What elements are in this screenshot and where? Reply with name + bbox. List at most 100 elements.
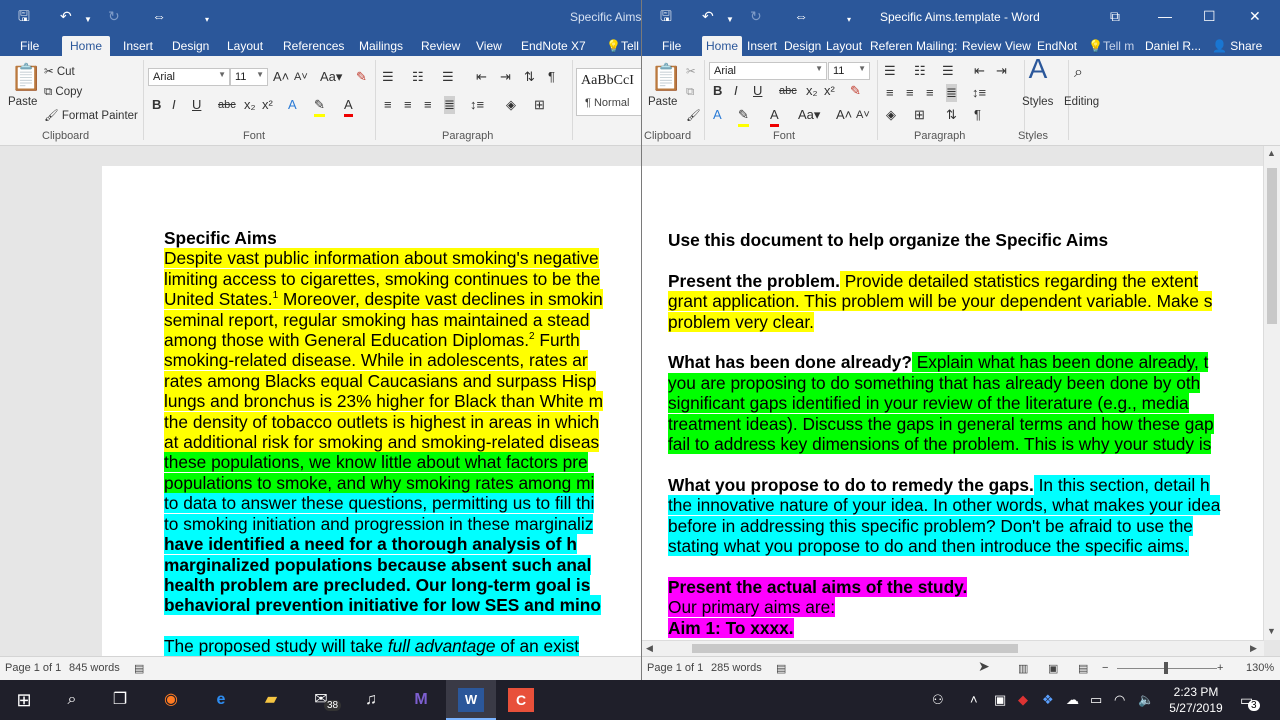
sort-icon[interactable]: ⇅	[524, 68, 535, 86]
proofing-icon[interactable]: ▤	[776, 662, 786, 675]
search-icon[interactable]: ⌕	[59, 688, 85, 712]
multilevel-list-icon[interactable]: ☰	[442, 68, 454, 86]
tab-home[interactable]: Home	[702, 36, 743, 56]
ribbon-display-options-icon[interactable]: ⧉	[1110, 6, 1120, 26]
underline-icon[interactable]: U	[753, 82, 762, 100]
tab-tell-me[interactable]: 💡Tell	[602, 36, 641, 56]
tab-layout[interactable]: Layout	[822, 36, 866, 56]
copy-icon[interactable]: ⧉	[686, 86, 694, 99]
chevron-up-icon[interactable]: ˄	[970, 692, 978, 708]
scroll-left-icon[interactable]: ◀	[646, 643, 653, 654]
document-text[interactable]: Use this document to help organize the S…	[668, 230, 1221, 638]
share-button[interactable]: 👤 Share	[1208, 36, 1266, 56]
clear-formatting-icon[interactable]: ✎	[356, 68, 367, 86]
tab-references[interactable]: Referen	[866, 36, 917, 56]
tab-file[interactable]: File	[16, 36, 43, 56]
zoom-slider-thumb[interactable]	[1164, 662, 1168, 674]
text-effects-icon[interactable]: A	[713, 106, 722, 124]
shrink-font-icon[interactable]: A˅	[294, 68, 308, 86]
file-explorer-icon[interactable]: ▰	[258, 688, 284, 712]
print-layout-icon[interactable]: ▣	[1048, 662, 1058, 675]
pilcrow-icon[interactable]: ¶	[548, 68, 555, 86]
paste-icon[interactable]: 📋	[10, 62, 42, 93]
styles-button[interactable]: Styles	[1022, 96, 1053, 108]
text-effects-icon[interactable]: A	[288, 96, 297, 114]
touch-mode-icon[interactable]: ⇔	[794, 6, 808, 26]
dropbox-icon[interactable]: ❖	[1042, 692, 1054, 708]
highlight-icon[interactable]: ✎	[738, 106, 749, 127]
user-account[interactable]: Daniel R...	[1141, 36, 1205, 56]
scroll-up-icon[interactable]: ▲	[1267, 148, 1276, 158]
font-size-combo[interactable]: 11 ▼	[828, 62, 870, 80]
zoom-level[interactable]: 130%	[1246, 662, 1274, 674]
page-count[interactable]: Page 1 of 1	[647, 662, 703, 674]
bold-icon[interactable]: B	[713, 82, 722, 100]
line-spacing-icon[interactable]: ↕≡	[470, 96, 484, 114]
horizontal-scrollbar[interactable]: ◀ ▶	[642, 640, 1264, 656]
tab-endnote[interactable]: EndNote X7	[517, 36, 590, 56]
increase-indent-icon[interactable]: ⇥	[500, 68, 511, 86]
editing-button[interactable]: Editing	[1064, 96, 1099, 108]
magnifier-icon[interactable]: ⌕	[1074, 64, 1083, 82]
line-spacing-icon[interactable]: ↕≡	[972, 84, 986, 102]
redo-icon[interactable]: ↻	[108, 6, 120, 26]
justify-icon[interactable]: ≣	[444, 96, 455, 114]
justify-icon[interactable]: ≣	[946, 84, 957, 102]
undo-icon[interactable]: ↶	[60, 6, 72, 26]
proofing-icon[interactable]: ▤	[134, 662, 144, 675]
tab-tell-me[interactable]: 💡Tell m	[1084, 36, 1138, 56]
tab-insert[interactable]: Insert	[743, 36, 781, 56]
tab-home[interactable]: Home	[62, 36, 111, 56]
battery-icon[interactable]: ▭	[1090, 692, 1102, 708]
scroll-thumb[interactable]	[692, 644, 1018, 653]
tab-design[interactable]: Design	[168, 36, 213, 56]
align-right-icon[interactable]: ≡	[424, 96, 432, 114]
numbering-icon[interactable]: ☷	[412, 68, 424, 86]
close-icon[interactable]: ✕	[1249, 6, 1261, 26]
align-center-icon[interactable]: ≡	[404, 96, 412, 114]
tab-review[interactable]: Review	[417, 36, 464, 56]
subscript-icon[interactable]: x₂	[244, 96, 256, 114]
superscript-icon[interactable]: x²	[824, 82, 835, 100]
scissors-icon[interactable]: ✂	[686, 64, 696, 78]
tab-references[interactable]: References	[279, 36, 348, 56]
volume-icon[interactable]: 🔈	[1138, 692, 1154, 708]
redo-icon[interactable]: ↻	[750, 6, 762, 26]
tab-design[interactable]: Design	[780, 36, 825, 56]
align-right-icon[interactable]: ≡	[926, 84, 934, 102]
borders-icon[interactable]: ⊞	[534, 96, 545, 114]
clock[interactable]: 2:23 PM 5/27/2019	[1166, 684, 1226, 716]
paste-button[interactable]: Paste	[648, 96, 677, 108]
underline-icon[interactable]: U	[192, 96, 201, 114]
font-name-combo[interactable]: Arial ▼	[148, 68, 230, 86]
borders-icon[interactable]: ⊞	[914, 106, 925, 124]
camtasia-icon[interactable]: C	[508, 688, 534, 712]
undo-dropdown-icon[interactable]: ▼	[726, 10, 734, 30]
italic-icon[interactable]: I	[172, 96, 176, 114]
scroll-down-icon[interactable]: ▼	[1267, 626, 1276, 636]
strikethrough-icon[interactable]: abc	[779, 82, 797, 100]
document-text[interactable]: Specific Aims Despite vast public inform…	[164, 228, 603, 656]
format-painter-button[interactable]: 🖌 Format Painter	[44, 108, 138, 122]
decrease-indent-icon[interactable]: ⇤	[476, 68, 487, 86]
decrease-indent-icon[interactable]: ⇤	[974, 62, 985, 80]
zoom-out-icon[interactable]: −	[1102, 662, 1108, 674]
undo-icon[interactable]: ↶	[702, 6, 714, 26]
sort-icon[interactable]: ⇅	[946, 106, 957, 124]
shading-icon[interactable]: ◈	[506, 96, 516, 114]
copy-button[interactable]: ⧉ Copy	[44, 86, 82, 99]
increase-indent-icon[interactable]: ⇥	[996, 62, 1007, 80]
italic-icon[interactable]: I	[734, 82, 738, 100]
vertical-scrollbar[interactable]: ▲ ▼	[1263, 146, 1280, 640]
scroll-thumb[interactable]	[1267, 168, 1277, 324]
font-size-combo[interactable]: 11 ▼	[230, 68, 268, 86]
itunes-icon[interactable]: ♫	[358, 688, 384, 712]
page-count[interactable]: Page 1 of 1	[5, 662, 61, 674]
highlight-icon[interactable]: ✎	[314, 96, 325, 117]
multilevel-list-icon[interactable]: ☰	[942, 62, 954, 80]
subscript-icon[interactable]: x₂	[806, 82, 818, 100]
font-color-icon[interactable]: A	[344, 96, 353, 117]
font-name-combo[interactable]: Arial ▼	[709, 62, 827, 80]
word-count[interactable]: 845 words	[69, 662, 120, 674]
clear-formatting-icon[interactable]: ✎	[850, 82, 861, 100]
